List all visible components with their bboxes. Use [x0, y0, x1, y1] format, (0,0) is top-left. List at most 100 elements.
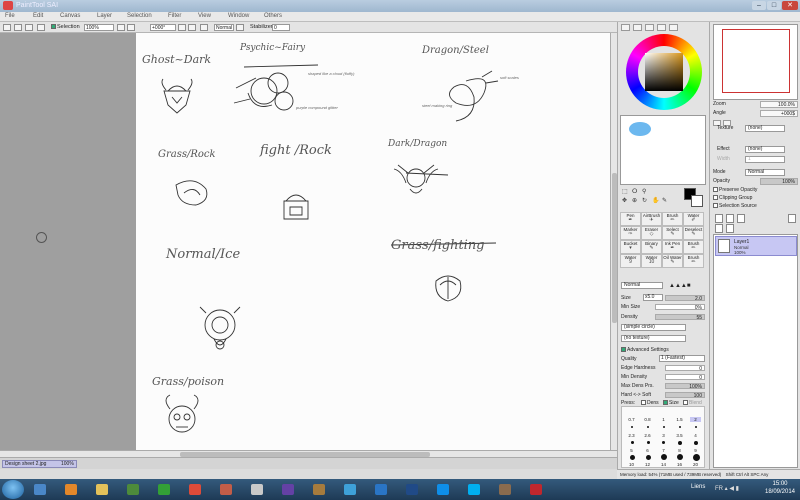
file-tab-design-sheet[interactable]: Design sheet 2.jpg 100% [2, 460, 77, 468]
brush-brush[interactable]: Brush ✏ [662, 212, 683, 226]
brush-select[interactable]: Select ✎ [662, 226, 683, 240]
size-preset-label[interactable]: 6 [642, 448, 653, 453]
magic-wand-icon[interactable]: ⚲ [642, 188, 646, 195]
size-preset-label[interactable]: 8 [674, 448, 685, 453]
size-preset-label[interactable]: 4 [690, 433, 701, 438]
close-button[interactable]: ✕ [782, 1, 798, 10]
new-layer-icon[interactable] [715, 214, 723, 223]
size-preset-label[interactable]: 0.8 [642, 417, 653, 422]
layer-item[interactable]: Layer1 Normal 100% [715, 236, 797, 256]
menu-layer[interactable]: Layer [97, 13, 112, 19]
hand-icon[interactable]: ✋ [652, 197, 659, 204]
taskbar-app[interactable] [309, 481, 329, 498]
preserve-opacity-checkbox[interactable] [713, 187, 718, 193]
max-dens-slider[interactable]: 100% [665, 383, 705, 390]
taskbar-app[interactable] [247, 481, 267, 498]
clear-layer-icon[interactable] [726, 224, 734, 233]
advanced-settings-row[interactable]: Advanced Settings [621, 346, 706, 354]
size-slider[interactable]: 2.0 [665, 295, 705, 302]
quality-select[interactable]: 1 (Fastest) [659, 355, 705, 362]
vertical-scrollbar[interactable] [610, 33, 617, 450]
size-preset-label[interactable]: 10 [626, 462, 637, 467]
color-wheel[interactable] [626, 34, 702, 110]
edge-hardness-slider[interactable]: 0 [665, 365, 705, 372]
size-preset-label[interactable]: 2.6 [642, 433, 653, 438]
merge-layer-icon[interactable] [715, 224, 723, 233]
size-preset-label[interactable]: 14 [658, 462, 669, 467]
brush-brush-3[interactable]: Brush ✏ [683, 254, 704, 268]
brush-size-presets[interactable]: 0.7 0.8 1 1.5 2 2.3 2.6 3 3.5 4 5 6 7 8 … [621, 406, 705, 468]
zoom-tool-icon[interactable]: ⊕ [632, 197, 637, 204]
clipping-group-row[interactable]: Clipping Group [713, 195, 798, 202]
taskbar-app[interactable] [154, 481, 174, 498]
zoom-field[interactable]: 100% [84, 24, 114, 31]
brush-brush-2[interactable]: Brush ✏ [683, 240, 704, 254]
brush-airbrush[interactable]: AirBrush ✈ [641, 212, 662, 226]
zoom-out-icon[interactable] [127, 24, 135, 31]
color-wheel-mode-icon[interactable] [621, 24, 630, 31]
brush-marker[interactable]: Marker ✑ [620, 226, 641, 240]
size-multiplier[interactable]: x5.0 [643, 294, 663, 301]
taskbar-app[interactable] [123, 481, 143, 498]
brush-oilwater[interactable]: Oil Water ✎ [662, 254, 683, 268]
brush-shape-icons[interactable]: ▲▲▲■ [669, 282, 690, 290]
taskbar-app[interactable] [464, 481, 484, 498]
taskbar-app[interactable] [495, 481, 515, 498]
size-preset-selected[interactable]: 2 [690, 417, 701, 422]
rotate-tool-icon[interactable]: ↻ [642, 197, 647, 204]
start-button[interactable] [2, 480, 24, 499]
tray-icons[interactable]: FR ▴ ◀ ▮ [715, 485, 739, 492]
hide-selection-icon[interactable] [37, 24, 45, 31]
marquee-icon[interactable]: ⬚ [622, 188, 628, 195]
taskbar-app[interactable] [216, 481, 236, 498]
angle-value[interactable]: +000$ [760, 110, 798, 117]
brush-shape-select[interactable]: (simple circle) [621, 324, 686, 331]
brush-binary[interactable]: Binary ✎ [641, 240, 662, 254]
menu-selection[interactable]: Selection [127, 13, 152, 19]
taskbar-app[interactable] [278, 481, 298, 498]
deselect-icon[interactable] [3, 24, 11, 31]
layer-mode-select[interactable]: Normal [745, 169, 785, 176]
saturation-value-square[interactable] [645, 53, 683, 91]
move-icon[interactable]: ✥ [622, 197, 627, 204]
menu-others[interactable]: Others [264, 13, 282, 19]
menu-window[interactable]: Window [228, 13, 249, 19]
size-preset-label[interactable]: 1 [658, 417, 669, 422]
zoom-in-icon[interactable] [117, 24, 125, 31]
density-slider[interactable]: 55 [655, 314, 705, 321]
layer-effect-select[interactable]: (none) [745, 146, 785, 153]
swatch-mode-icon[interactable] [657, 24, 666, 31]
brush-deselect[interactable]: Deselect ✎ [683, 226, 704, 240]
size-preset-label[interactable]: 1.5 [674, 417, 685, 422]
drawing-canvas[interactable]: Ghost~Dark Psychic~Fairy Dragon/Steel Gr… [136, 33, 612, 450]
size-preset-label[interactable]: 7 [658, 448, 669, 453]
preserve-opacity-row[interactable]: Preserve Opacity [713, 187, 798, 194]
layer-texture-select[interactable]: (none) [745, 125, 785, 132]
size-preset-label[interactable]: 9 [690, 448, 701, 453]
size-preset-label[interactable]: 12 [642, 462, 653, 467]
size-preset-label[interactable]: 5 [626, 448, 637, 453]
hard-soft-slider[interactable]: 100 [665, 392, 705, 399]
taskbar-app[interactable] [30, 481, 50, 498]
taskbar-app[interactable] [185, 481, 205, 498]
zoom-value[interactable]: 100.0% [760, 101, 798, 108]
blend-mode-select[interactable]: Normal [621, 282, 663, 289]
taskbar-app[interactable] [526, 481, 546, 498]
mode-select[interactable]: Normal [214, 24, 234, 31]
flip-icon[interactable] [200, 24, 208, 31]
menu-view[interactable]: View [198, 13, 211, 19]
taskbar-app[interactable] [61, 481, 81, 498]
selection-source-row[interactable]: Selection Source [713, 203, 798, 210]
selection-toggle[interactable]: Selection [51, 24, 80, 30]
brush-texture-select[interactable]: (no texture) [621, 335, 686, 342]
min-size-slider[interactable]: 0% [655, 304, 705, 311]
angle-field[interactable]: +000° [150, 24, 176, 31]
selection-source-checkbox[interactable] [713, 203, 718, 209]
menu-canvas[interactable]: Canvas [60, 13, 80, 19]
size-preset-label[interactable]: 16 [674, 462, 685, 467]
invert-selection-icon[interactable] [14, 24, 22, 31]
menu-filter[interactable]: Filter [168, 13, 181, 19]
size-preset-label[interactable]: 20 [690, 462, 701, 467]
size-preset-label[interactable]: 0.7 [626, 417, 637, 422]
hsv-slider-mode-icon[interactable] [645, 24, 654, 31]
